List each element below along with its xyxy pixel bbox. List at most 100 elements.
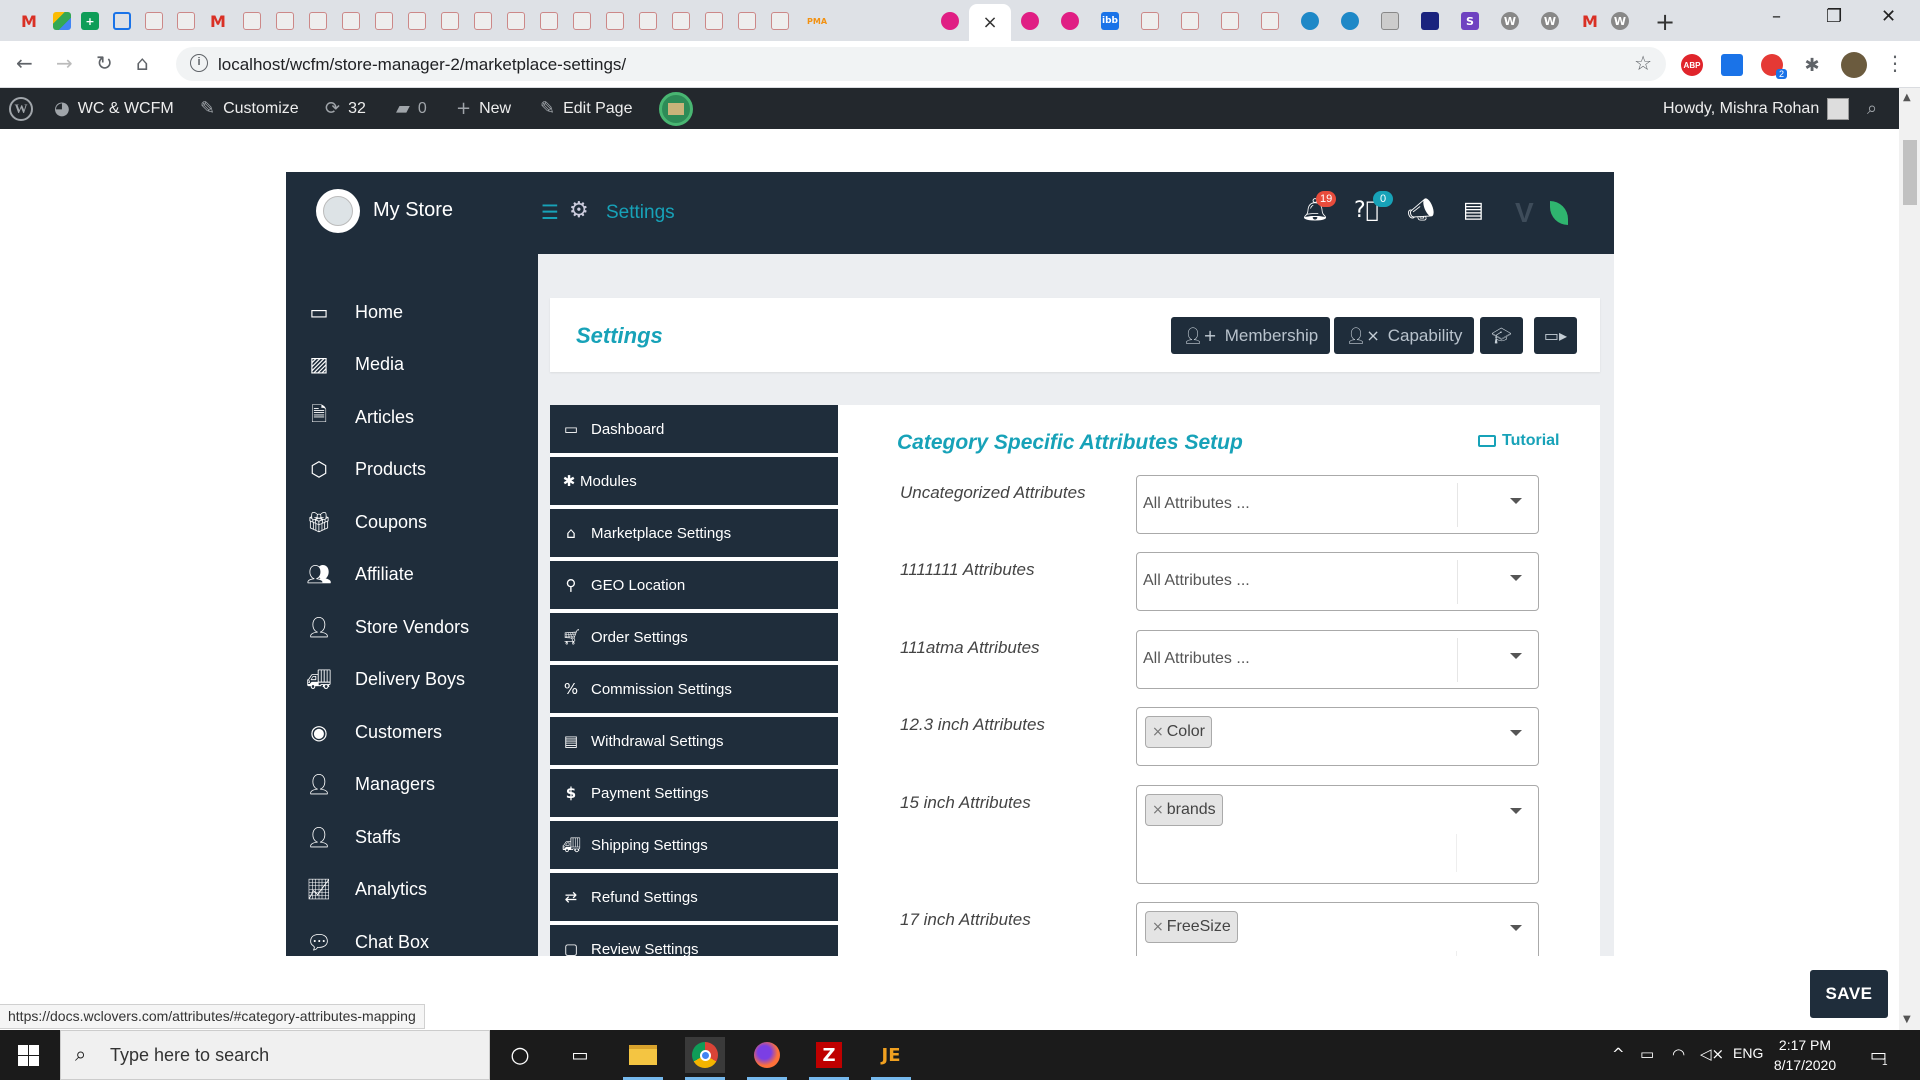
page-scrollbar[interactable] [1899,88,1920,1030]
attribute-select[interactable]: All Attributes ... [1136,475,1539,534]
tab-pma[interactable]: PMA [798,6,836,36]
tab-woo-3[interactable] [1051,6,1089,36]
windows-start-icon[interactable] [18,1045,39,1066]
subnav-item-commission-settings[interactable]: % Commission Settings [550,665,838,715]
wp-logo-menu[interactable]: W [9,88,33,129]
forward-icon[interactable]: → [56,51,73,75]
tab-globe-2[interactable] [1331,6,1369,36]
new-tab-button[interactable]: + [1655,8,1675,36]
tab-globe-1[interactable] [1291,6,1329,36]
select-search-field[interactable] [1143,951,1457,956]
cortana-icon[interactable]: ○ [500,1037,540,1073]
sidebar-item-affiliate[interactable]: 👥︎ Affiliate [286,548,538,600]
sidebar-item-customers[interactable]: ◉ Customers [286,706,538,758]
tab-site-20[interactable] [761,6,799,36]
my-account-link[interactable]: Howdy, Mishra Rohan [1663,88,1850,129]
volume-muted-icon[interactable]: ◁× [1700,1045,1724,1063]
tab-wp-1[interactable]: W [1491,6,1529,36]
membership-button[interactable]: 👤︎+ Membership [1171,317,1331,354]
close-window-icon[interactable]: ✕ [1881,6,1896,27]
tab-site-21[interactable] [1131,6,1169,36]
bookmark-star-icon[interactable]: ☆ [1634,51,1652,75]
subnav-item-payment-settings[interactable]: $ Payment Settings [550,769,838,819]
info-icon[interactable]: i [190,54,208,72]
home-icon[interactable]: ⌂ [136,51,149,75]
attribute-select[interactable]: × brands [1136,785,1539,884]
store-logo[interactable] [316,189,360,233]
menu-toggle-icon[interactable]: ☰ [541,200,559,224]
file-explorer-icon[interactable] [623,1037,663,1080]
minimize-icon[interactable]: – [1772,6,1781,27]
sidebar-item-staffs[interactable]: 👤︎ Staffs [286,811,538,863]
scrollbar-thumb[interactable] [1903,140,1917,205]
url-field[interactable]: i localhost/wcfm/store-manager-2/marketp… [176,47,1666,81]
taskbar-search[interactable]: ⌕ Type here to search [60,1030,490,1080]
subnav-item-dashboard[interactable]: ▭ Dashboard [550,405,838,455]
subnav-item-refund-settings[interactable]: ⇄ Refund Settings [550,873,838,923]
firefox-icon[interactable] [747,1037,787,1080]
close-tab-icon[interactable]: × [982,12,997,33]
sidebar-item-media[interactable]: ▨ Media [286,338,538,390]
megaphone-icon[interactable]: 📣︎ [1407,198,1435,223]
new-content-link[interactable]: + New [456,88,511,129]
taskbar-clock[interactable]: 2:17 PM 8/17/2020 [1760,1035,1850,1075]
store-name[interactable]: My Store [373,199,453,222]
sidebar-item-managers[interactable]: 👤︎ Managers [286,758,538,810]
tab-wp-2[interactable]: W [1531,6,1569,36]
tab-site-22[interactable] [1171,6,1209,36]
sidebar-item-store-vendors[interactable]: 👤︎ Store Vendors [286,601,538,653]
chrome-icon[interactable] [685,1037,725,1080]
sidebar-item-analytics[interactable]: 📈︎ Analytics [286,863,538,915]
chevron-down-icon[interactable] [1510,808,1522,814]
graduation-cap-button[interactable]: 🎓︎ [1480,317,1523,354]
screenshot-icon[interactable] [1721,54,1743,76]
knowledgebase-icon[interactable]: ▤ [1463,198,1484,223]
profile-avatar[interactable] [1841,52,1867,78]
comments-link[interactable]: ▰ 0 [396,88,427,129]
sidebar-item-home[interactable]: ▭ Home [286,286,538,338]
attribute-select[interactable]: All Attributes ... [1136,630,1539,689]
jetbrains-icon[interactable]: JE [871,1037,911,1080]
subnav-item-withdrawal-settings[interactable]: ▤ Withdrawal Settings [550,717,838,767]
video-button[interactable]: ▭▸ [1534,317,1577,354]
scroll-down-icon[interactable]: ▼ [1903,1014,1911,1025]
remove-chip-icon[interactable]: × [1152,724,1164,740]
chevron-down-icon[interactable] [1510,730,1522,736]
tab-active[interactable]: × [969,4,1011,41]
filezilla-icon[interactable]: Z [809,1037,849,1080]
customize-link[interactable]: ✎ Customize [200,88,299,129]
scroll-up-icon[interactable]: ▲ [1903,92,1911,103]
subnav-item-modules[interactable]: ✱ Modules [550,457,838,507]
tutorial-link[interactable]: Tutorial [1478,432,1559,450]
tab-site-24[interactable] [1251,6,1289,36]
wifi-icon[interactable]: ◠ [1672,1045,1685,1063]
tab-tool[interactable] [1411,6,1449,36]
sidebar-item-chat-box[interactable]: 💬︎ Chat Box [286,916,538,968]
admin-search[interactable]: ⌕ [1867,88,1877,129]
subnav-item-order-settings[interactable]: 🛒︎ Order Settings [550,613,838,663]
chevron-down-icon[interactable] [1510,925,1522,931]
site-name-link[interactable]: ◕ WC & WCFM [54,88,174,129]
language-indicator[interactable]: ENG [1733,1045,1763,1061]
tab-gmail-2[interactable]: M [199,6,237,36]
menu-dots-icon[interactable]: ⋮ [1885,51,1905,75]
tab-woo-2[interactable] [1011,6,1049,36]
updates-link[interactable]: ⟳ 32 [325,88,366,129]
attribute-select[interactable]: × Color [1136,707,1539,766]
sidebar-item-delivery-boys[interactable]: 🚚︎ Delivery Boys [286,653,538,705]
tray-expand-icon[interactable]: ^ [1612,1045,1625,1063]
subnav-item-geo-location[interactable]: ⚲ GEO Location [550,561,838,611]
subnav-item-shipping-settings[interactable]: 🚚︎ Shipping Settings [550,821,838,871]
remove-chip-icon[interactable]: × [1152,919,1164,935]
reload-icon[interactable]: ↻ [96,51,113,75]
sidebar-item-products[interactable]: ⬡ Products [286,443,538,495]
subnav-item-review-settings[interactable]: ▢ Review Settings [550,925,838,956]
task-view-icon[interactable]: ▭ [560,1037,600,1073]
battery-icon[interactable]: ▭ [1640,1045,1654,1063]
puzzle-icon[interactable]: ✱ [1801,54,1823,76]
subnav-item-marketplace-settings[interactable]: ⌂ Marketplace Settings [550,509,838,559]
attribute-select[interactable]: × FreeSize [1136,902,1539,956]
site-icon-link[interactable] [659,88,693,129]
edit-page-link[interactable]: ✎ Edit Page [540,88,632,129]
tab-wp-3[interactable]: W [1601,6,1639,36]
